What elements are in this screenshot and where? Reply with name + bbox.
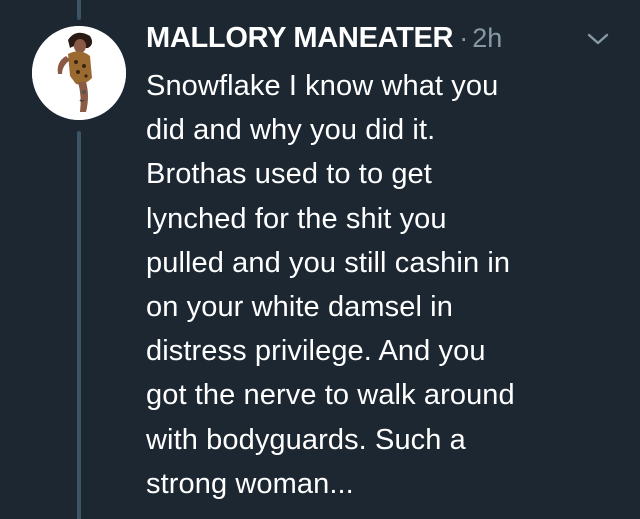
timestamp[interactable]: 2h [472,23,502,54]
chevron-down-icon[interactable] [585,30,611,48]
tweet[interactable]: MALLORY MANEATER · 2h Snowflake I know w… [0,0,640,519]
thread-connector-line [77,0,81,20]
author-name[interactable]: MALLORY MANEATER [146,22,454,55]
tweet-text: Snowflake I know what you did and why yo… [146,70,515,500]
avatar[interactable] [32,26,126,120]
separator-dot: · [459,22,469,53]
thread-connector-line [77,131,81,519]
tweet-header: MALLORY MANEATER · 2h [146,18,502,58]
